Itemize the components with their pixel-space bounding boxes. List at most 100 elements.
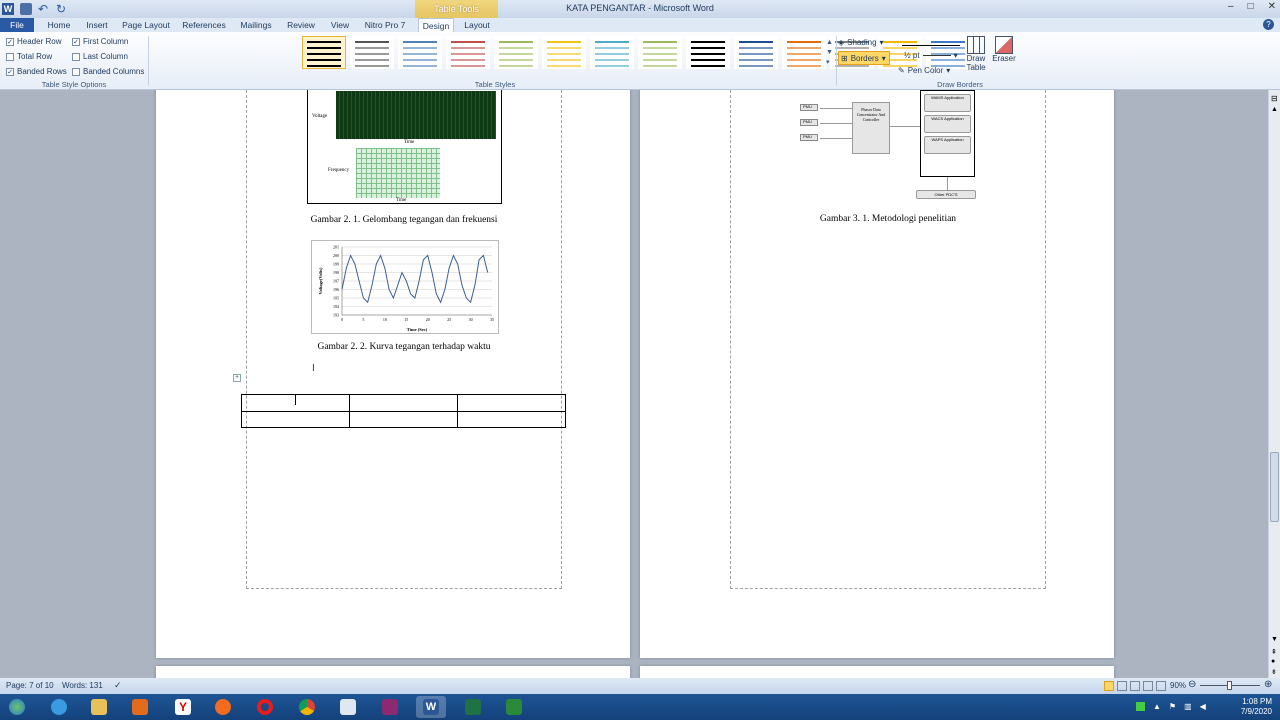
- maximize-button[interactable]: □: [1248, 1, 1254, 12]
- line-style-select[interactable]: [902, 38, 960, 46]
- figure-voltage-frequency[interactable]: Voltage Time Frequency Time: [307, 90, 502, 204]
- table-style-option[interactable]: [350, 36, 394, 69]
- page-count[interactable]: Page: 7 of 10: [6, 681, 54, 690]
- table-style-option[interactable]: [302, 36, 346, 69]
- tab-nitro-pro[interactable]: Nitro Pro 7: [362, 18, 408, 32]
- shading-button[interactable]: ◈ Shading ▾: [838, 35, 898, 49]
- table-cell[interactable]: [349, 410, 458, 428]
- show-hidden-icons-icon[interactable]: ▲: [1153, 702, 1161, 711]
- outline-view-icon[interactable]: [1143, 681, 1153, 691]
- taskbar-opera[interactable]: [250, 696, 280, 718]
- tab-view[interactable]: View: [326, 18, 354, 32]
- table-style-option[interactable]: [398, 36, 442, 69]
- eraser-button[interactable]: Eraser: [990, 36, 1018, 63]
- table-cell[interactable]: [457, 410, 566, 428]
- table-style-option[interactable]: [686, 36, 730, 69]
- print-layout-view-icon[interactable]: [1104, 681, 1114, 691]
- checkbox-banded-rows[interactable]: ✓: [6, 67, 14, 76]
- clock-time[interactable]: 1:08 PM: [1241, 697, 1272, 707]
- zoom-level[interactable]: 90%: [1170, 681, 1186, 690]
- tab-review[interactable]: Review: [284, 18, 318, 32]
- taskbar-internet-explorer[interactable]: [44, 696, 74, 718]
- tab-home[interactable]: Home: [44, 18, 74, 32]
- tab-page-layout[interactable]: Page Layout: [120, 18, 172, 32]
- browse-object-icon[interactable]: ●: [1271, 658, 1275, 665]
- taskbar-notepad[interactable]: [333, 696, 363, 718]
- total-row-checkbox[interactable]: Total Row: [6, 49, 72, 64]
- table-style-option[interactable]: [494, 36, 538, 69]
- previous-page-icon[interactable]: ⇞: [1271, 648, 1277, 656]
- first-column-checkbox[interactable]: ✓ First Column: [72, 34, 146, 49]
- table-cell[interactable]: [241, 394, 350, 412]
- close-button[interactable]: ✕: [1268, 1, 1276, 12]
- taskbar-chrome[interactable]: [292, 696, 322, 718]
- table-style-option[interactable]: [782, 36, 826, 69]
- next-page-icon[interactable]: ⇟: [1271, 668, 1277, 676]
- tab-mailings[interactable]: Mailings: [236, 18, 276, 32]
- banded-columns-checkbox[interactable]: Banded Columns: [72, 64, 146, 79]
- taskbar-media-player[interactable]: [125, 696, 155, 718]
- page-left[interactable]: Voltage Time Frequency Time Gambar 2. 1.…: [156, 90, 630, 658]
- web-layout-view-icon[interactable]: [1130, 681, 1140, 691]
- gallery-more-icon[interactable]: ▲ ▼ ▾: [826, 38, 833, 68]
- checkbox-header-row[interactable]: ✓: [6, 37, 14, 46]
- start-button[interactable]: [2, 696, 32, 718]
- vertical-scrollbar[interactable]: ⊟ ▲ ▼ ⇞ ● ⇟: [1268, 90, 1280, 678]
- scroll-thumb[interactable]: [1270, 452, 1279, 522]
- table-style-option[interactable]: [734, 36, 778, 69]
- word-count[interactable]: Words: 131: [62, 681, 103, 690]
- checkbox-last-column[interactable]: [72, 52, 80, 61]
- last-column-checkbox[interactable]: Last Column: [72, 49, 146, 64]
- clock-date[interactable]: 7/9/2020: [1241, 707, 1272, 717]
- taskbar-yandex[interactable]: Y: [168, 696, 198, 718]
- proofing-icon[interactable]: ✓: [114, 680, 122, 691]
- ruler-toggle-icon[interactable]: ⊟: [1271, 94, 1278, 103]
- tab-design[interactable]: Design: [418, 18, 454, 33]
- voltage-time-chart[interactable]: 193 194 195 196 197 198 199 200 201 0 5 10 15 20 25 30 3…: [311, 240, 499, 334]
- draft-view-icon[interactable]: [1156, 681, 1166, 691]
- document-workspace[interactable]: Voltage Time Frequency Time Gambar 2. 1.…: [0, 90, 1268, 678]
- header-row-checkbox[interactable]: ✓ Header Row: [6, 34, 72, 49]
- zoom-slider-thumb[interactable]: [1227, 681, 1232, 690]
- table-cell[interactable]: [349, 394, 458, 412]
- taskbar-explorer[interactable]: [84, 696, 114, 718]
- document-table[interactable]: [241, 394, 566, 428]
- scroll-down-icon[interactable]: ▼: [1271, 636, 1278, 643]
- minimize-button[interactable]: –: [1228, 1, 1234, 12]
- banded-rows-checkbox[interactable]: ✓ Banded Rows: [6, 64, 72, 79]
- table-cell[interactable]: [241, 410, 350, 428]
- table-style-option[interactable]: [446, 36, 490, 69]
- table-style-option[interactable]: [638, 36, 682, 69]
- volume-icon[interactable]: ◀: [1200, 702, 1206, 711]
- scroll-up-icon[interactable]: ▲: [1271, 106, 1278, 113]
- table-row[interactable]: [241, 410, 566, 428]
- table-style-option[interactable]: [590, 36, 634, 69]
- table-move-handle-icon[interactable]: +: [233, 374, 241, 382]
- checkbox-banded-columns[interactable]: [72, 67, 80, 76]
- taskbar-firefox[interactable]: [208, 696, 238, 718]
- checkbox-total-row[interactable]: [6, 52, 14, 61]
- flag-icon[interactable]: ⚑: [1169, 702, 1176, 711]
- figure-methodology-diagram[interactable]: PMU PMU PMU Phasor Data Concentrator And…: [798, 90, 978, 202]
- network-icon[interactable]: ▥: [1184, 702, 1192, 711]
- page-right[interactable]: PMU PMU PMU Phasor Data Concentrator And…: [640, 90, 1114, 658]
- taskbar-excel[interactable]: [458, 696, 488, 718]
- page-next-right[interactable]: [640, 666, 1114, 678]
- zoom-in-icon[interactable]: ⊕: [1264, 679, 1272, 690]
- borders-button[interactable]: ⊞ Borders ▾: [838, 51, 890, 65]
- pen-color-button[interactable]: ✎ Pen Color ▾: [898, 63, 950, 77]
- draw-table-button[interactable]: Draw Table: [964, 36, 988, 72]
- zoom-out-icon[interactable]: ⊖: [1188, 679, 1196, 690]
- help-icon[interactable]: ?: [1263, 19, 1274, 30]
- checkbox-first-column[interactable]: ✓: [72, 37, 80, 46]
- pen-weight-select[interactable]: ½ pt ▾: [904, 48, 958, 62]
- table-cell[interactable]: [457, 394, 566, 412]
- tab-insert[interactable]: Insert: [82, 18, 112, 32]
- table-row[interactable]: [241, 394, 566, 412]
- zoom-slider[interactable]: [1200, 681, 1260, 690]
- tray-app-icon[interactable]: [1136, 702, 1145, 711]
- taskbar-camtasia[interactable]: [499, 696, 529, 718]
- tab-layout[interactable]: Layout: [460, 18, 494, 32]
- tab-references[interactable]: References: [180, 18, 228, 32]
- taskbar-winrar[interactable]: [375, 696, 405, 718]
